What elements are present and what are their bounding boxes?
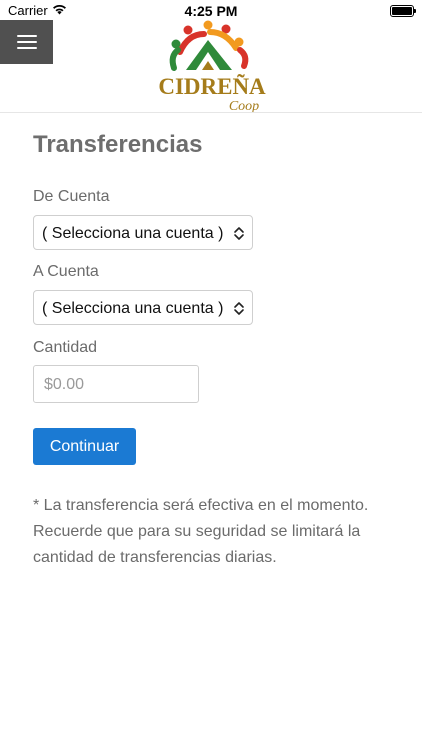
hamburger-menu-icon xyxy=(16,35,37,49)
transfer-form: Transferencias De Cuenta ( Selecciona un… xyxy=(33,128,393,566)
transfer-note: * La transferencia será efectiva en el m… xyxy=(33,497,369,566)
app-header: CIDREÑA Coop xyxy=(0,20,422,113)
to-account-value: ( Selecciona una cuenta ) xyxy=(42,300,224,317)
amount-label: Cantidad xyxy=(33,339,98,356)
logo-wordmark: CIDREÑA xyxy=(158,74,266,99)
to-account-label: A Cuenta xyxy=(33,263,99,280)
status-bar: Carrier 4:25 PM xyxy=(0,0,422,22)
from-account-select[interactable]: ( Selecciona una cuenta ) xyxy=(33,215,253,250)
cidrena-coop-logo: CIDREÑA Coop xyxy=(158,20,266,112)
battery-icon xyxy=(390,5,416,17)
continue-button[interactable]: Continuar xyxy=(33,428,136,465)
to-account-select[interactable]: ( Selecciona una cuenta ) xyxy=(33,290,253,325)
from-account-value: ( Selecciona una cuenta ) xyxy=(42,225,224,242)
select-chevron-icon xyxy=(234,227,244,240)
status-time: 4:25 PM xyxy=(184,3,238,19)
from-account-label: De Cuenta xyxy=(33,188,110,205)
logo-subtext: Coop xyxy=(229,99,259,112)
select-chevron-icon xyxy=(234,302,244,315)
menu-button[interactable] xyxy=(0,20,53,64)
amount-input[interactable]: $0.00 xyxy=(33,365,199,403)
amount-placeholder: $0.00 xyxy=(44,376,85,393)
page-title: Transferencias xyxy=(33,131,203,158)
